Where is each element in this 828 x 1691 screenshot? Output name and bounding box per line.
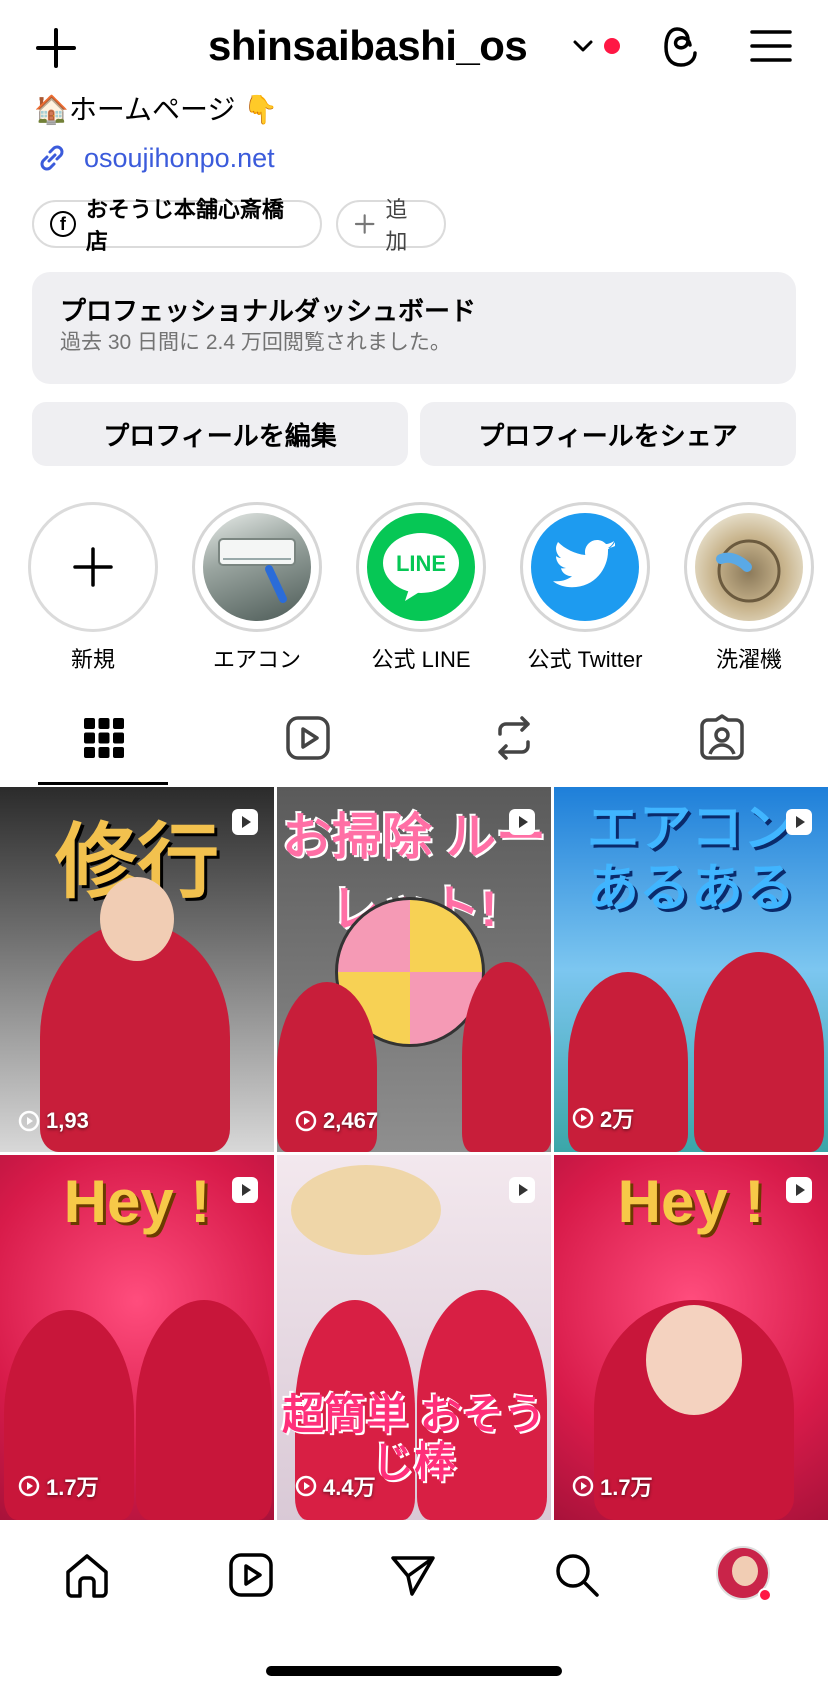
send-icon[interactable] xyxy=(388,1550,438,1600)
highlight-label: エアコン xyxy=(212,647,301,672)
active-tab-indicator xyxy=(38,782,168,785)
grid-icon[interactable] xyxy=(80,714,128,762)
profile-link-text[interactable]: osoujihonpo.net xyxy=(84,143,275,174)
post-person xyxy=(462,962,551,1152)
notification-dot xyxy=(604,38,620,54)
reel-icon xyxy=(786,1177,812,1203)
view-count: 2万 xyxy=(572,1102,634,1134)
plus-icon xyxy=(73,547,113,587)
highlight-line[interactable]: LINE 公式 LINE xyxy=(356,502,486,674)
washer-image-icon xyxy=(716,539,781,603)
post-tile[interactable]: 超簡単 おそうじ棒 4.4万 xyxy=(277,1155,551,1520)
view-count: 1,93 xyxy=(18,1108,89,1134)
view-count-text: 2,467 xyxy=(323,1108,379,1133)
notification-dot xyxy=(758,1588,772,1602)
washer-photo xyxy=(695,513,803,621)
post-person xyxy=(136,1300,272,1520)
plus-icon[interactable] xyxy=(34,26,78,70)
svg-text:LINE: LINE xyxy=(396,551,446,576)
threads-icon[interactable] xyxy=(660,24,706,70)
twitter-bird-icon xyxy=(553,540,615,588)
highlight-label: 公式 Twitter xyxy=(527,647,643,672)
highlight-aircon[interactable]: エアコン xyxy=(192,502,322,674)
reel-icon xyxy=(509,809,535,835)
reel-icon xyxy=(786,809,812,835)
play-count-icon xyxy=(295,1475,317,1497)
plus-icon xyxy=(354,214,375,234)
aircon-photo xyxy=(203,513,311,621)
view-count: 2,467 xyxy=(295,1108,378,1134)
home-indicator xyxy=(266,1666,562,1676)
play-count-icon xyxy=(572,1475,594,1497)
view-count-text: 2万 xyxy=(600,1107,635,1132)
post-face xyxy=(646,1305,742,1415)
reposts-icon[interactable] xyxy=(490,714,538,762)
profile-tabs xyxy=(0,706,828,786)
view-count-text: 1.7万 xyxy=(46,1475,99,1500)
highlight-ring xyxy=(192,502,322,632)
share-profile-button[interactable]: プロフィールをシェア xyxy=(420,402,796,466)
play-count-icon xyxy=(18,1475,40,1497)
highlight-label: 公式 LINE xyxy=(371,647,471,672)
post-tile[interactable]: 修行 1,93 xyxy=(0,787,274,1152)
highlight-cover xyxy=(39,513,147,621)
highlight-new[interactable]: 新規 xyxy=(28,502,158,674)
twitter-logo xyxy=(531,513,639,621)
reel-icon xyxy=(232,809,258,835)
play-count-icon xyxy=(572,1107,594,1129)
view-count-text: 1,93 xyxy=(46,1108,89,1133)
view-count: 1.7万 xyxy=(18,1470,99,1502)
top-bar: shinsaibashi_os xyxy=(0,0,828,92)
line-logo: LINE xyxy=(367,513,475,621)
highlight-label: 新規 xyxy=(70,647,115,672)
highlight-ring xyxy=(520,502,650,632)
menu-icon[interactable] xyxy=(750,28,792,64)
dashboard-subtitle: 過去 30 日間に 2.4 万回閲覧されました。 xyxy=(60,331,451,354)
view-count-text: 1.7万 xyxy=(600,1475,653,1500)
posts-grid: 修行 1,93 お掃除 ルーレット! 2,467 エアコン あるある 2万 He… xyxy=(0,787,828,1522)
home-icon[interactable] xyxy=(62,1550,112,1600)
facebook-icon: f xyxy=(50,211,76,237)
professional-dashboard[interactable]: プロフェッショナルダッシュボード 過去 30 日間に 2.4 万回閲覧されました… xyxy=(32,272,796,384)
add-chip-label: 追加 xyxy=(385,197,408,254)
tagged-icon[interactable] xyxy=(698,714,746,762)
post-tile[interactable]: Hey ! 1.7万 xyxy=(0,1155,274,1520)
view-count: 1.7万 xyxy=(572,1470,653,1502)
highlight-ring xyxy=(28,502,158,632)
post-tile[interactable]: Hey ! 1.7万 xyxy=(554,1155,828,1520)
highlight-ring: LINE xyxy=(356,502,486,632)
highlight-ring xyxy=(684,502,814,632)
line-icon: LINE xyxy=(383,533,459,601)
profile-link[interactable]: osoujihonpo.net xyxy=(34,138,275,178)
reel-icon xyxy=(232,1177,258,1203)
search-icon[interactable] xyxy=(552,1550,602,1600)
reels-icon[interactable] xyxy=(284,714,332,762)
aircon-image-icon xyxy=(218,538,296,603)
bottom-navigation xyxy=(0,1522,828,1691)
chevron-down-icon[interactable] xyxy=(572,38,594,54)
play-count-icon xyxy=(295,1110,317,1132)
facebook-chip-label: おそうじ本舗心斎橋店 xyxy=(85,197,284,254)
play-count-icon xyxy=(18,1110,40,1132)
post-tile[interactable]: お掃除 ルーレット! 2,467 xyxy=(277,787,551,1152)
post-tile[interactable]: エアコン あるある 2万 xyxy=(554,787,828,1152)
post-face xyxy=(100,877,174,961)
avatar-face xyxy=(732,1556,758,1586)
facebook-chip[interactable]: f おそうじ本舗心斎橋店 xyxy=(32,197,322,254)
reel-icon xyxy=(509,1177,535,1203)
kitchen-paper-image xyxy=(291,1165,441,1255)
link-icon xyxy=(40,145,64,171)
highlight-twitter[interactable]: 公式 Twitter xyxy=(520,502,650,674)
edit-profile-button[interactable]: プロフィールを編集 xyxy=(32,402,408,466)
post-person xyxy=(694,952,824,1152)
highlight-label: 洗濯機 xyxy=(715,647,782,672)
add-chip[interactable]: 追加 xyxy=(336,197,446,254)
reels-icon[interactable] xyxy=(226,1550,276,1600)
username[interactable]: shinsaibashi_os xyxy=(208,22,528,70)
view-count: 4.4万 xyxy=(295,1470,376,1502)
profile-bio: 🏠ホームページ 👇 xyxy=(34,94,279,125)
view-count-text: 4.4万 xyxy=(323,1475,376,1500)
highlight-washer[interactable]: 洗濯機 xyxy=(684,502,814,674)
dashboard-title: プロフェッショナルダッシュボード xyxy=(60,296,477,326)
